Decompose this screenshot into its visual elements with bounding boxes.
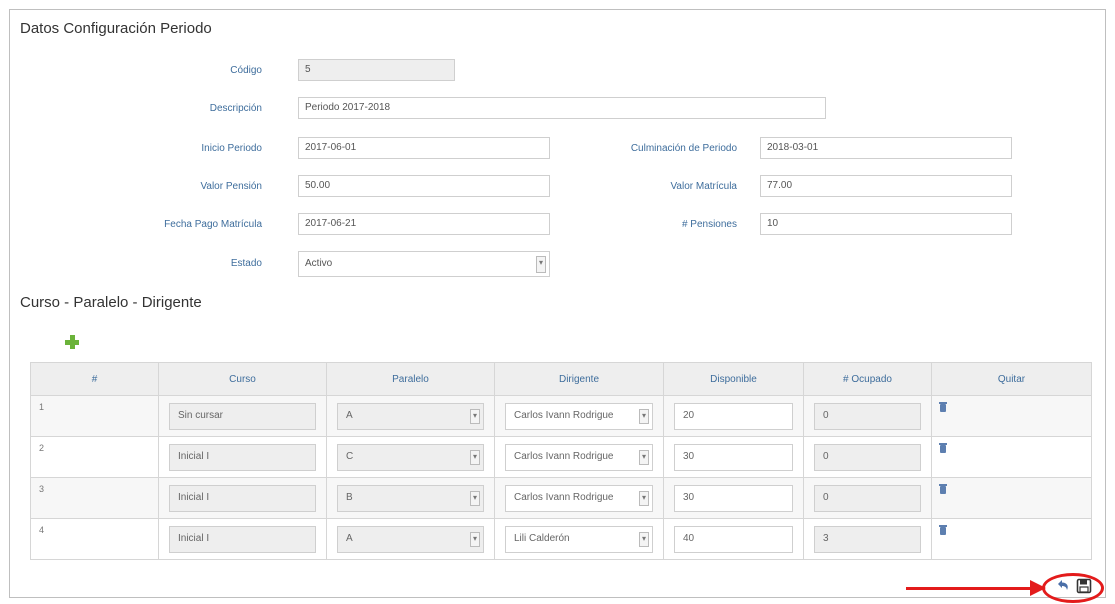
curso-table: # Curso Paralelo Dirigente Disponible # … bbox=[30, 362, 1092, 560]
inicio-periodo-label: Inicio Periodo bbox=[201, 143, 262, 154]
disponible-field[interactable]: 20 bbox=[674, 402, 793, 430]
paralelo-select-value: C bbox=[346, 450, 354, 462]
disponible-field[interactable]: 30 bbox=[674, 484, 793, 512]
culminacion-periodo-label: Culminación de Periodo bbox=[630, 143, 737, 154]
ocupado-field: 0 bbox=[814, 484, 921, 512]
paralelo-select-value: A bbox=[346, 409, 353, 421]
num-pensiones-label: # Pensiones bbox=[681, 219, 737, 230]
chevron-down-icon: ▾ bbox=[639, 490, 649, 506]
trash-icon[interactable] bbox=[939, 402, 947, 412]
chevron-down-icon: ▾ bbox=[536, 256, 546, 273]
row-number: 4 bbox=[39, 525, 45, 535]
chevron-down-icon: ▾ bbox=[639, 531, 649, 547]
row-number: 2 bbox=[39, 443, 45, 453]
header-curso: Curso bbox=[158, 362, 327, 396]
estado-label: Estado bbox=[230, 258, 262, 269]
chevron-down-icon: ▾ bbox=[470, 408, 480, 424]
table-row: 2 Inicial I C ▾ Carlos Ivann Rodrigue ▾ 30… bbox=[30, 436, 1092, 478]
table-row: 1 Sin cursar A ▾ Carlos Ivann Rodrigue ▾ 2… bbox=[30, 395, 1092, 437]
curso-field: Inicial I bbox=[169, 525, 316, 553]
culminacion-periodo-field[interactable]: 2018-03-01 bbox=[760, 137, 1012, 159]
fecha-pago-matricula-label: Fecha Pago Matrícula bbox=[164, 219, 262, 230]
valor-pension-label: Valor Pensión bbox=[200, 181, 262, 192]
dirigente-select[interactable]: Carlos Ivann Rodrigue ▾ bbox=[505, 443, 653, 471]
chevron-down-icon: ▾ bbox=[470, 490, 480, 506]
dirigente-select[interactable]: Lili Calderón ▾ bbox=[505, 525, 653, 553]
header-quitar: Quitar bbox=[931, 362, 1092, 396]
descripcion-label: Descripción bbox=[209, 103, 262, 114]
paralelo-select-value: A bbox=[346, 532, 353, 544]
num-pensiones-field[interactable]: 10 bbox=[760, 213, 1012, 235]
ocupado-field: 3 bbox=[814, 525, 921, 553]
paralelo-select-value: B bbox=[346, 491, 353, 503]
curso-field: Inicial I bbox=[169, 443, 316, 471]
header-paralelo: Paralelo bbox=[326, 362, 495, 396]
chevron-down-icon: ▾ bbox=[639, 449, 649, 465]
valor-pension-field[interactable]: 50.00 bbox=[298, 175, 550, 197]
section-title-curso: Curso - Paralelo - Dirigente bbox=[20, 294, 202, 311]
valor-matricula-label: Valor Matrícula bbox=[670, 181, 737, 192]
codigo-label: Código bbox=[230, 65, 262, 76]
disponible-field[interactable]: 30 bbox=[674, 443, 793, 471]
fecha-pago-matricula-field[interactable]: 2017-06-21 bbox=[298, 213, 550, 235]
paralelo-select: B ▾ bbox=[337, 484, 484, 512]
curso-field: Sin cursar bbox=[169, 402, 316, 430]
ocupado-field: 0 bbox=[814, 443, 921, 471]
header-ocupado: # Ocupado bbox=[803, 362, 932, 396]
save-icon[interactable] bbox=[1076, 578, 1092, 594]
descripcion-field[interactable]: Periodo 2017-2018 bbox=[298, 97, 826, 119]
trash-icon[interactable] bbox=[939, 443, 947, 453]
header-dirigente: Dirigente bbox=[494, 362, 664, 396]
annotation-ellipse bbox=[1042, 573, 1104, 603]
inicio-periodo-field[interactable]: 2017-06-01 bbox=[298, 137, 550, 159]
annotation-arrow-line bbox=[906, 587, 1034, 590]
form-title: Datos Configuración Periodo bbox=[20, 20, 212, 37]
table-row: 4 Inicial I A ▾ Lili Calderón ▾ 40 3 bbox=[30, 518, 1092, 560]
row-number: 1 bbox=[39, 402, 45, 412]
codigo-field: 5 bbox=[298, 59, 455, 81]
estado-select-value: Activo bbox=[305, 258, 333, 269]
undo-icon[interactable] bbox=[1055, 578, 1071, 594]
chevron-down-icon: ▾ bbox=[639, 408, 649, 424]
paralelo-select: C ▾ bbox=[337, 443, 484, 471]
trash-icon[interactable] bbox=[939, 484, 947, 494]
trash-icon[interactable] bbox=[939, 525, 947, 535]
paralelo-select: A ▾ bbox=[337, 402, 484, 430]
header-num: # bbox=[30, 362, 159, 396]
dirigente-select[interactable]: Carlos Ivann Rodrigue ▾ bbox=[505, 402, 653, 430]
ocupado-field: 0 bbox=[814, 402, 921, 430]
header-disponible: Disponible bbox=[663, 362, 804, 396]
row-number: 3 bbox=[39, 484, 45, 494]
chevron-down-icon: ▾ bbox=[470, 531, 480, 547]
paralelo-select: A ▾ bbox=[337, 525, 484, 553]
valor-matricula-field[interactable]: 77.00 bbox=[760, 175, 1012, 197]
disponible-field[interactable]: 40 bbox=[674, 525, 793, 553]
chevron-down-icon: ▾ bbox=[470, 449, 480, 465]
curso-field: Inicial I bbox=[169, 484, 316, 512]
dirigente-select[interactable]: Carlos Ivann Rodrigue ▾ bbox=[505, 484, 653, 512]
dirigente-select-value: Carlos Ivann Rodrigue bbox=[514, 491, 614, 503]
add-row-button[interactable] bbox=[64, 334, 80, 350]
dirigente-select-value: Carlos Ivann Rodrigue bbox=[514, 450, 614, 462]
dirigente-select-value: Carlos Ivann Rodrigue bbox=[514, 409, 614, 421]
table-row: 3 Inicial I B ▾ Carlos Ivann Rodrigue ▾ 30… bbox=[30, 477, 1092, 519]
dirigente-select-value: Lili Calderón bbox=[514, 532, 570, 544]
estado-select[interactable]: Activo ▾ bbox=[298, 251, 550, 277]
table-header-row: # Curso Paralelo Dirigente Disponible # … bbox=[30, 362, 1092, 396]
